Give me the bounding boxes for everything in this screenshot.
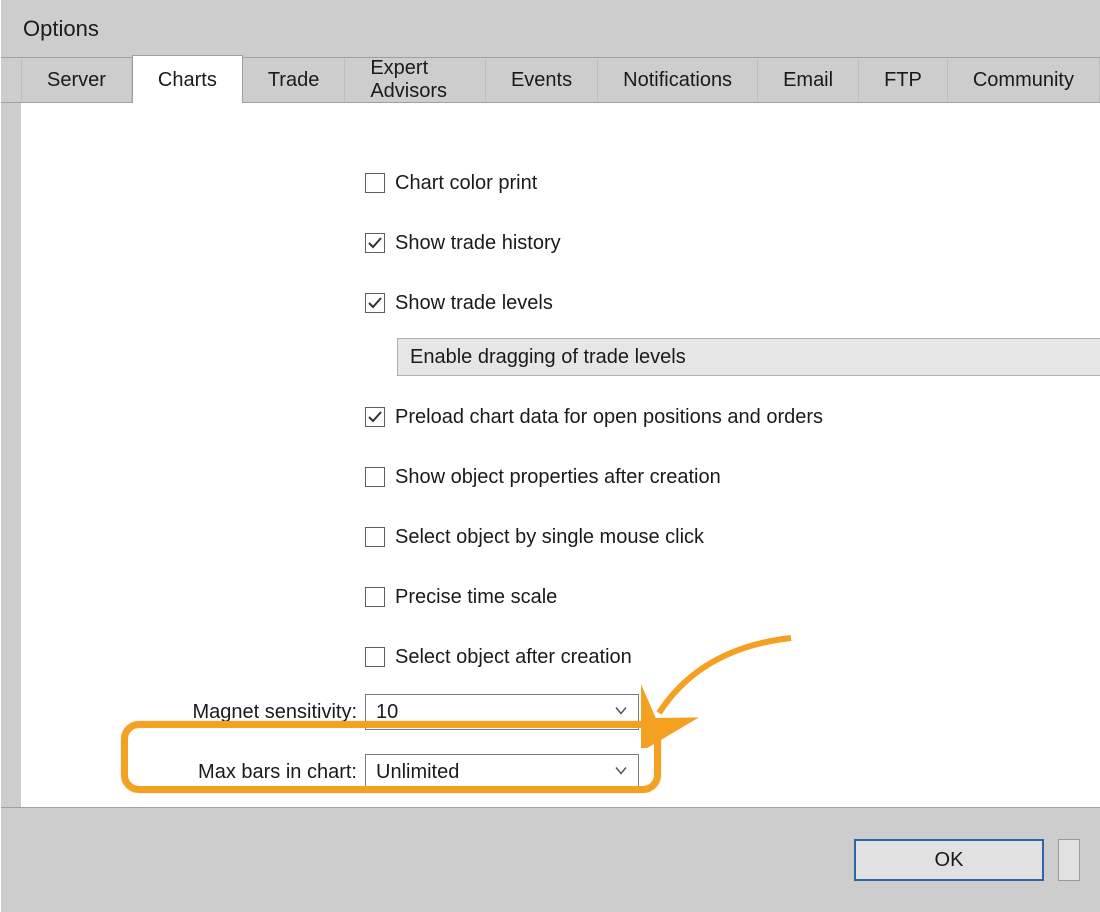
tab-label: Trade xyxy=(268,69,320,92)
checkbox-show-trade-history[interactable] xyxy=(365,233,385,253)
label-select-single-click: Select object by single mouse click xyxy=(395,526,704,549)
tab-email[interactable]: Email xyxy=(758,58,859,102)
checkbox-show-trade-levels[interactable] xyxy=(365,293,385,313)
button-cutoff[interactable] xyxy=(1058,839,1080,881)
checkbox-select-after-creation[interactable] xyxy=(365,647,385,667)
label-select-after-creation: Select object after creation xyxy=(395,646,632,669)
chevron-down-icon xyxy=(614,761,628,784)
tab-label: Email xyxy=(783,69,833,92)
checkbox-preload-chart-data[interactable] xyxy=(365,407,385,427)
tab-server[interactable]: Server xyxy=(21,58,132,102)
page-charts: Chart color print Show trade history Sho… xyxy=(21,103,1100,807)
tab-ftp[interactable]: FTP xyxy=(859,58,948,102)
check-icon xyxy=(367,235,383,251)
value-magnet-sensitivity: 10 xyxy=(376,701,398,724)
label-precise-time-scale: Precise time scale xyxy=(395,586,557,609)
tab-label: Community xyxy=(973,69,1074,92)
checkbox-precise-time-scale[interactable] xyxy=(365,587,385,607)
label-show-trade-history: Show trade history xyxy=(395,232,561,255)
tab-charts[interactable]: Charts xyxy=(132,55,243,103)
tab-label: Charts xyxy=(158,69,217,92)
tab-events[interactable]: Events xyxy=(486,58,598,102)
window-title: Options xyxy=(23,16,99,42)
tab-strip: Server Charts Trade Expert Advisors Even… xyxy=(1,58,1100,103)
tab-notifications[interactable]: Notifications xyxy=(598,58,758,102)
label-max-bars: Max bars in chart: xyxy=(198,761,357,783)
chevron-down-icon xyxy=(614,701,628,724)
label-enable-dragging: Enable dragging of trade levels xyxy=(410,346,686,369)
checkbox-select-single-click[interactable] xyxy=(365,527,385,547)
label-preload-chart-data: Preload chart data for open positions an… xyxy=(395,406,823,429)
tab-community[interactable]: Community xyxy=(948,58,1100,102)
tab-label: Server xyxy=(47,69,106,92)
check-icon xyxy=(367,295,383,311)
checkbox-chart-color-print[interactable] xyxy=(365,173,385,193)
checkbox-show-object-props[interactable] xyxy=(365,467,385,487)
label-magnet-sensitivity: Magnet sensitivity: xyxy=(192,701,357,723)
tab-trade[interactable]: Trade xyxy=(243,58,346,102)
select-max-bars[interactable]: Unlimited xyxy=(365,754,639,790)
select-magnet-sensitivity[interactable]: 10 xyxy=(365,694,639,730)
ok-button-label: OK xyxy=(935,849,964,872)
tab-label: FTP xyxy=(884,69,922,92)
ok-button[interactable]: OK xyxy=(854,839,1044,881)
tab-expert-advisors[interactable]: Expert Advisors xyxy=(345,58,486,102)
value-max-bars: Unlimited xyxy=(376,761,459,784)
dropdown-enable-dragging[interactable]: Enable dragging of trade levels xyxy=(397,338,1100,376)
tab-label: Expert Advisors xyxy=(370,57,460,103)
bottom-bar: OK xyxy=(1,807,1100,912)
tab-label: Notifications xyxy=(623,69,732,92)
label-show-trade-levels: Show trade levels xyxy=(395,292,553,315)
check-icon xyxy=(367,409,383,425)
titlebar: Options xyxy=(1,0,1100,58)
label-show-object-props: Show object properties after creation xyxy=(395,466,721,489)
options-window: Options Server Charts Trade Expert Advis… xyxy=(0,0,1100,912)
tab-label: Events xyxy=(511,69,572,92)
label-chart-color-print: Chart color print xyxy=(395,172,537,195)
